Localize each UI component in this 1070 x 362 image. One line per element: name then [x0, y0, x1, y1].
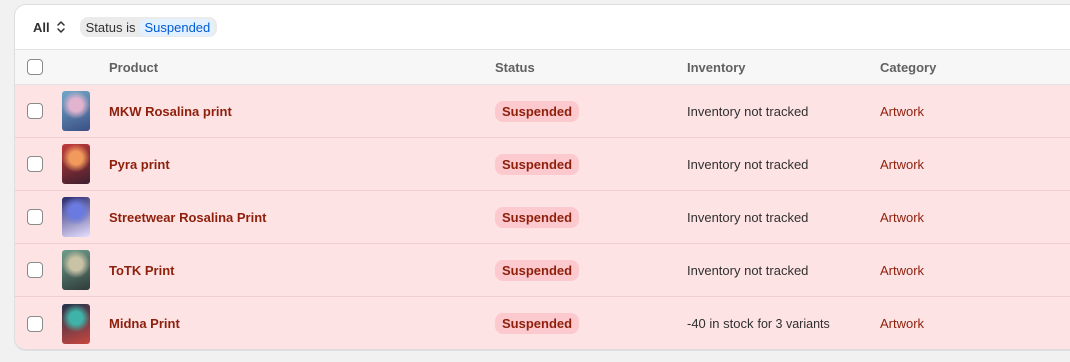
status-badge: Suspended	[495, 206, 580, 228]
status-badge: Suspended	[495, 100, 580, 122]
category-text: Artwork	[880, 316, 925, 331]
filter-bar: All Status is Suspended	[15, 5, 1070, 49]
status-filter-label: Status is	[85, 19, 136, 35]
category-text: Artwork	[880, 103, 925, 119]
table-row[interactable]: Midna Print Suspended -40 in stock for 3 …	[15, 297, 1070, 349]
sort-updown-icon	[56, 20, 66, 34]
product-thumbnail[interactable]	[62, 197, 90, 237]
header-product[interactable]: Product	[109, 50, 158, 84]
table-row[interactable]: Pyra print Suspended Inventory not track…	[15, 138, 1070, 191]
header-inventory[interactable]: Inventory	[687, 50, 746, 84]
product-name-link[interactable]: Pyra print	[109, 157, 170, 172]
row-checkbox[interactable]	[27, 103, 43, 119]
product-thumbnail[interactable]	[62, 303, 90, 344]
table-row[interactable]: ToTK Print Suspended Inventory not track…	[15, 244, 1070, 297]
header-status[interactable]: Status	[495, 50, 535, 84]
select-all-cell	[27, 50, 43, 84]
status-filter-pill[interactable]: Status is Suspended	[79, 17, 218, 37]
row-checkbox[interactable]	[27, 262, 43, 278]
inventory-text: -40 in stock	[687, 316, 754, 331]
table-row[interactable]: MKW Rosalina print Suspended Inventory n…	[15, 85, 1070, 138]
product-thumbnail[interactable]	[62, 144, 90, 184]
product-name-link[interactable]: MKW Rosalina print	[109, 104, 232, 119]
category-text: Artwork	[880, 209, 925, 225]
inventory-text: Inventory not tracked	[687, 262, 809, 278]
view-selector-label: All	[33, 19, 50, 35]
status-badge: Suspended	[495, 313, 580, 334]
header-category[interactable]: Category	[880, 50, 936, 84]
select-all-checkbox[interactable]	[27, 59, 43, 75]
table-header-row: Product Status Inventory Category	[15, 49, 1070, 85]
product-name-link[interactable]: ToTK Print	[109, 263, 174, 278]
status-filter-value: Suspended	[140, 18, 215, 36]
row-checkbox[interactable]	[27, 156, 43, 172]
inventory-text: Inventory not tracked	[687, 209, 809, 225]
product-name-link[interactable]: Streetwear Rosalina Print	[109, 210, 267, 225]
view-selector[interactable]: All	[33, 20, 66, 35]
inventory-text: Inventory not tracked	[687, 156, 809, 172]
table-row[interactable]: Streetwear Rosalina Print Suspended Inve…	[15, 191, 1070, 244]
status-badge: Suspended	[495, 153, 580, 175]
products-table-card: All Status is Suspended Product Status I…	[14, 4, 1070, 350]
row-checkbox[interactable]	[27, 209, 43, 225]
inventory-subtext: for 3 variants	[757, 316, 830, 331]
category-text: Artwork	[880, 262, 925, 278]
row-checkbox[interactable]	[27, 315, 43, 332]
inventory-text: Inventory not tracked	[687, 103, 809, 119]
product-thumbnail[interactable]	[62, 250, 90, 290]
status-badge: Suspended	[495, 259, 580, 281]
product-thumbnail[interactable]	[62, 91, 90, 131]
category-text: Artwork	[880, 156, 925, 172]
product-name-link[interactable]: Midna Print	[109, 316, 180, 331]
